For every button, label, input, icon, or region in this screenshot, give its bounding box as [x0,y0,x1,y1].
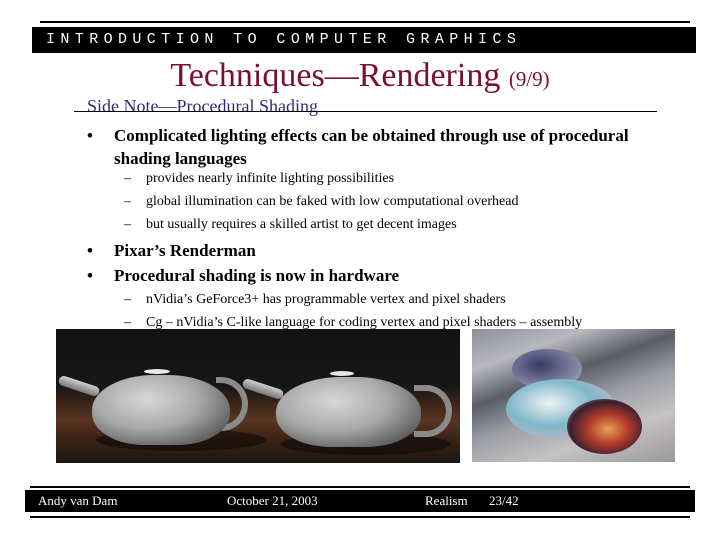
dash-marker: – [124,217,131,232]
teapot-spout [57,374,101,398]
bullet-marker: • [87,266,93,285]
slide-title: Techniques—Rendering (9/9) [0,56,720,99]
bullet-item: Pixar’s Renderman [114,241,256,260]
footer-topic: Realism [425,493,468,508]
footer-date: October 21, 2003 [227,493,318,508]
teapot-spout [241,377,285,401]
sub-bullet-item: global illumination can be faked with lo… [146,194,519,209]
teapot-right [276,377,421,447]
bullet-marker: • [87,126,93,145]
bullet-item: Procedural shading is now in hardware [114,266,400,285]
course-title: INTRODUCTION TO COMPUTER GRAPHICS [46,31,522,48]
dash-marker: – [124,292,131,307]
subtitle-rule [74,111,657,112]
footer-bar: Andy van Dam October 21, 2003 Realism 23… [25,490,695,512]
slide-title-page: (9/9) [508,67,550,91]
teapot-lid [144,369,170,374]
bullet-marker: • [87,241,93,260]
teapot-lid [330,371,354,376]
sub-bullet-item: nVidia’s GeForce3+ has programmable vert… [146,292,506,307]
footer-top-rule [30,486,690,488]
procedural-teapots-image [56,329,460,463]
header-top-rule [40,21,690,23]
sub-bullet-item: provides nearly infinite lighting possib… [146,171,395,186]
teapot-left [92,375,230,445]
sub-bullet-item: but usually requires a skilled artist to… [146,217,457,232]
dash-marker: – [124,194,131,209]
slide-subtitle: Side Note—Procedural Shading [87,96,318,116]
bunny-reflection [567,399,642,454]
footer-bottom-rule [30,516,690,518]
footer-page-number: 23/42 [489,493,519,508]
bullet-item: Complicated lighting effects can be obta… [114,126,629,168]
slide-title-text: Techniques—Rendering [170,57,501,94]
footer-author: Andy van Dam [38,493,118,508]
dash-marker: – [124,171,131,186]
reflective-bunny-image [472,329,675,462]
header-bar: INTRODUCTION TO COMPUTER GRAPHICS [32,27,696,53]
